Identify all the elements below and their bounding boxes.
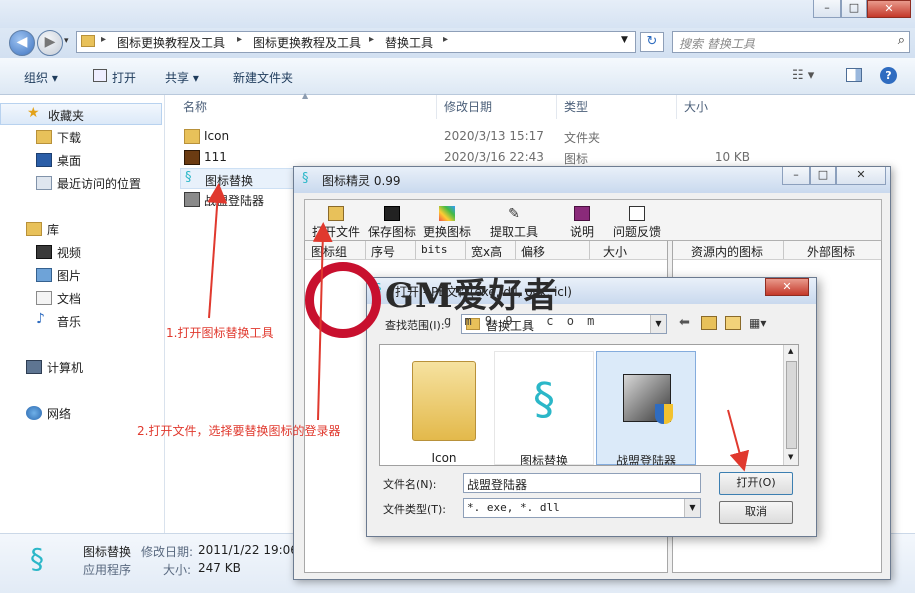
annotation-arrows xyxy=(207,183,750,472)
annotation-step2: 2.打开文件，选择要替换图标的登录器 xyxy=(137,424,341,438)
arrow-step2 xyxy=(312,222,333,421)
arrow-open-button xyxy=(727,409,750,472)
annotation-step1: 1.打开图标替换工具 xyxy=(166,326,274,340)
arrow-step1 xyxy=(207,183,228,319)
